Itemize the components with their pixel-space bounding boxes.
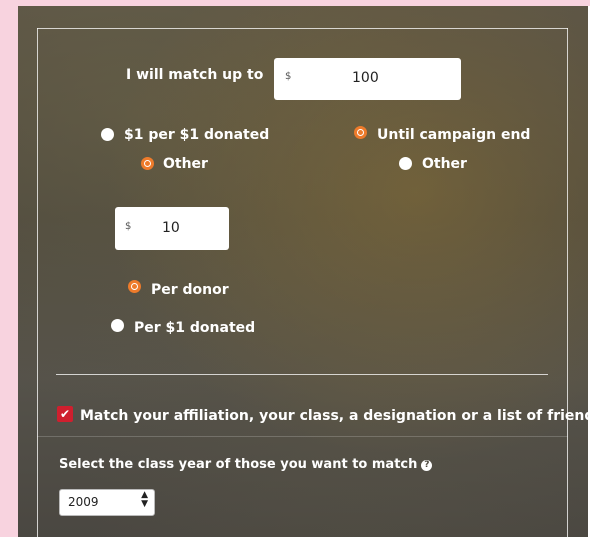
match-up-to-label: I will match up to	[126, 67, 264, 83]
class-year-section-border	[37, 436, 568, 437]
frame-top	[37, 28, 568, 29]
frame-right	[567, 28, 568, 537]
question-circle-icon[interactable]: ?	[421, 460, 433, 471]
radio-duration-other[interactable]	[399, 157, 412, 170]
class-year-label: Select the class year of those you want …	[59, 456, 433, 474]
other-amount-value: 10	[162, 220, 180, 236]
radio-per-donor[interactable]	[128, 280, 141, 293]
duration-option-other-label: Other	[422, 156, 467, 172]
class-year-selected-value: 2009	[68, 495, 99, 509]
basis-option-per-dollar-label: Per $1 donated	[134, 320, 256, 336]
radio-per-dollar-donated[interactable]	[101, 128, 114, 141]
page-edge-left	[0, 0, 18, 537]
affiliation-label: Match your affiliation, your class, a de…	[80, 408, 590, 424]
match-settings-panel: I will match up to $ 100 $1 per $1 donat…	[18, 6, 590, 537]
ratio-option-per-dollar-label: $1 per $1 donated	[124, 127, 270, 143]
basis-option-per-donor-label: Per donor	[151, 282, 229, 298]
other-amount-input[interactable]: $ 10	[115, 207, 229, 250]
radio-ratio-other[interactable]	[141, 157, 154, 170]
class-year-select[interactable]: 2009 ▲ ▼	[59, 489, 155, 516]
radio-until-campaign-end[interactable]	[354, 126, 367, 139]
section-divider	[56, 374, 548, 375]
select-arrows-icon: ▲ ▼	[141, 490, 148, 509]
match-amount-value: 100	[352, 70, 379, 86]
radio-per-dollar-basis[interactable]	[111, 319, 124, 332]
ratio-option-other-label: Other	[163, 156, 208, 172]
affiliation-checkbox[interactable]: ✔	[57, 406, 73, 422]
currency-symbol: $	[285, 71, 292, 82]
class-year-label-text: Select the class year of those you want …	[59, 457, 418, 472]
duration-option-until-end-label: Until campaign end	[377, 127, 531, 143]
currency-symbol: $	[125, 221, 132, 232]
frame-left	[37, 28, 38, 537]
match-amount-input[interactable]: $ 100	[274, 58, 461, 100]
